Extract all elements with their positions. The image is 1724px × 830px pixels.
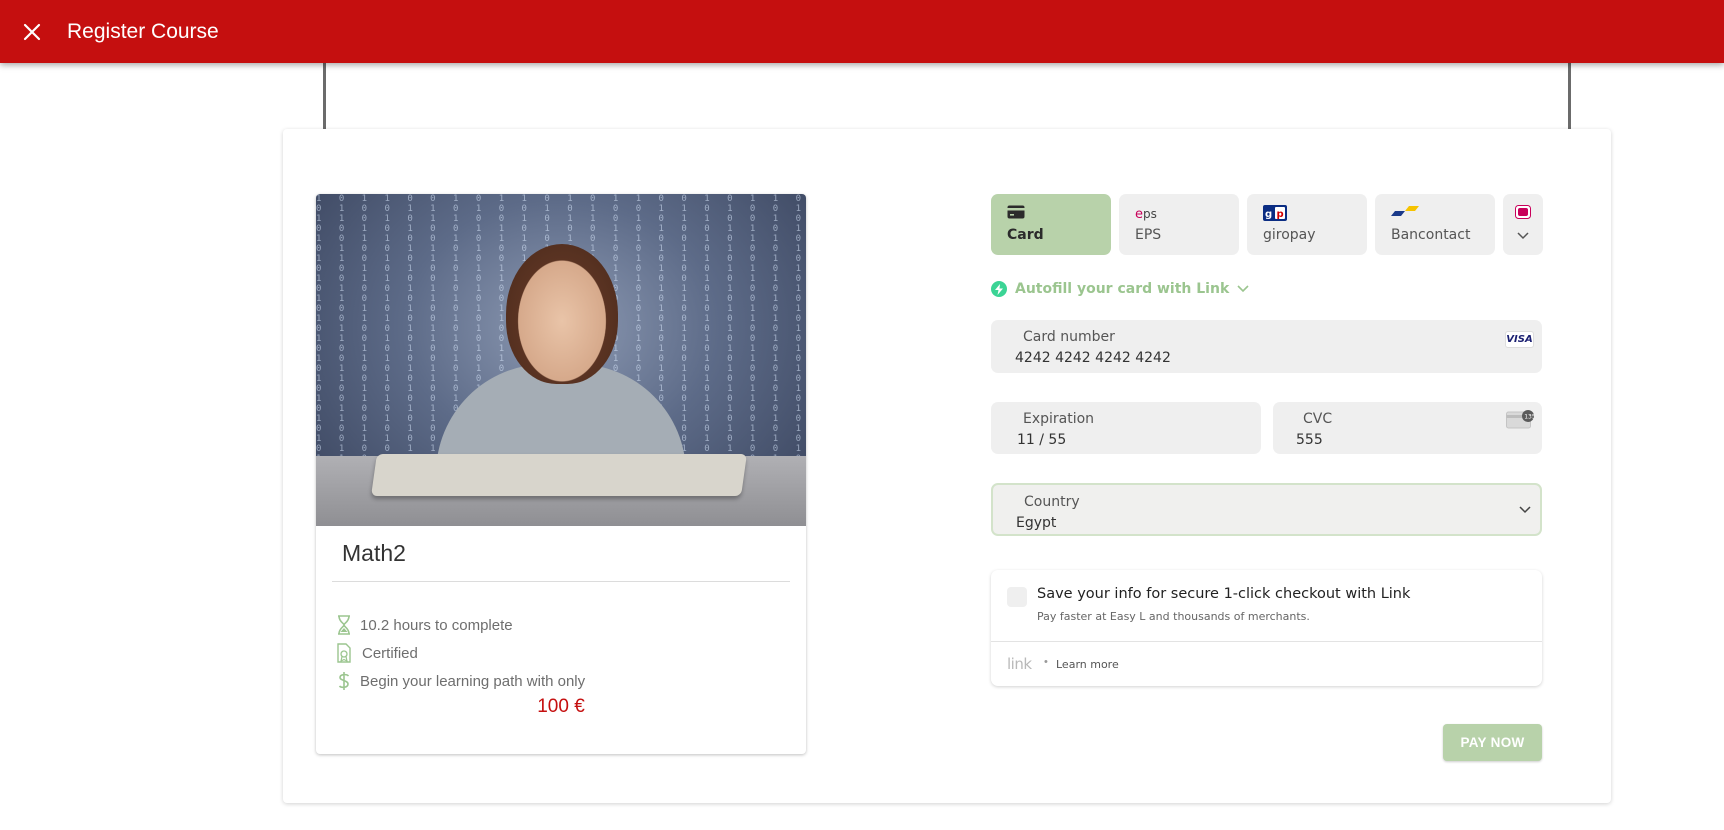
offer-row: Begin your learning path with only [334, 670, 585, 692]
giropay-icon: gp [1263, 205, 1287, 221]
cvc-card-icon: 135 [1506, 410, 1534, 429]
tab-bancontact[interactable]: Bancontact [1375, 194, 1495, 255]
certificate-icon [334, 642, 354, 664]
course-price: 100 € [537, 696, 585, 717]
offer-text: Begin your learning path with only [360, 672, 586, 690]
bolt-icon [991, 281, 1007, 297]
course-card: 1 0 1 1 0 0 1 0 1 1 0 1 0 1 1 0 0 1 0 1 … [316, 194, 806, 754]
pay-now-button[interactable]: PAY NOW [1443, 724, 1542, 761]
page-title: Register Course [67, 19, 219, 43]
card-number-label: Card number [1023, 329, 1115, 345]
tab-card-label: Card [1007, 227, 1044, 243]
svg-text:ps: ps [1143, 207, 1157, 221]
more-methods-button[interactable] [1503, 194, 1543, 255]
app-header: Register Course [0, 0, 1724, 63]
link-logo: link [1007, 655, 1032, 673]
bancontact-icon [1391, 206, 1419, 216]
certificate-text: Certified [362, 644, 418, 662]
close-icon [23, 23, 41, 40]
tab-giropay-label: giropay [1263, 227, 1316, 243]
close-button[interactable] [17, 17, 47, 47]
tab-giropay[interactable]: gp giropay [1247, 194, 1367, 255]
tab-eps-label: EPS [1135, 227, 1162, 243]
card-number-input[interactable]: 4242 4242 4242 4242 [1015, 350, 1171, 366]
autofill-text: Autofill your card with Link [1015, 281, 1230, 297]
autofill-link-button[interactable]: Autofill your card with Link [991, 281, 1249, 297]
dollar-icon [334, 670, 354, 692]
student-head [506, 244, 618, 384]
card-icon [1007, 205, 1025, 219]
svg-text:p: p [1277, 209, 1284, 220]
chevron-down-icon [1519, 506, 1531, 514]
ideal-icon [1515, 205, 1531, 219]
cvc-label: CVC [1303, 411, 1333, 427]
course-name: Math2 [342, 540, 406, 566]
divider [332, 581, 790, 582]
separator-dot: • [1044, 656, 1048, 668]
save-info-text: Save your info for secure 1-click checko… [1037, 586, 1411, 602]
eps-icon: e ps [1135, 207, 1157, 221]
link-save-box: Save your info for secure 1-click checko… [991, 570, 1542, 686]
chevron-down-icon [1517, 232, 1529, 240]
svg-text:g: g [1265, 209, 1272, 220]
country-label: Country [1024, 494, 1080, 510]
save-info-subtext: Pay faster at Easy L and thousands of me… [1037, 610, 1310, 623]
duration-row: 10.2 hours to complete [334, 614, 513, 636]
cvc-field[interactable]: CVC 555 135 [1273, 402, 1542, 454]
tab-bancontact-label: Bancontact [1391, 227, 1471, 243]
expiration-input[interactable]: 11 / 55 [1017, 432, 1066, 448]
save-info-checkbox[interactable] [1007, 587, 1027, 607]
country-select[interactable]: Country Egypt [991, 483, 1542, 536]
tab-card[interactable]: Card [991, 194, 1111, 255]
chevron-down-icon [1237, 285, 1249, 293]
cvc-input[interactable]: 555 [1296, 432, 1323, 448]
payment-method-tabs: Card e ps EPS gp giropay Bancontact [991, 194, 1543, 255]
expiration-label: Expiration [1023, 411, 1095, 427]
learn-more-link[interactable]: Learn more [1056, 658, 1119, 671]
keyboard [371, 454, 747, 496]
country-value: Egypt [1016, 515, 1057, 531]
divider [991, 641, 1542, 642]
svg-text:135: 135 [1524, 413, 1534, 420]
tab-eps[interactable]: e ps EPS [1119, 194, 1239, 255]
expiration-field[interactable]: Expiration 11 / 55 [991, 402, 1261, 454]
certificate-row: Certified [334, 642, 418, 664]
course-image: 1 0 1 1 0 0 1 0 1 1 0 1 0 1 1 0 0 1 0 1 … [316, 194, 806, 526]
duration-text: 10.2 hours to complete [360, 616, 513, 634]
hourglass-icon [334, 614, 354, 636]
visa-icon: VISA [1505, 331, 1534, 348]
svg-text:e: e [1135, 207, 1143, 221]
card-number-field[interactable]: Card number 4242 4242 4242 4242 VISA [991, 320, 1542, 373]
